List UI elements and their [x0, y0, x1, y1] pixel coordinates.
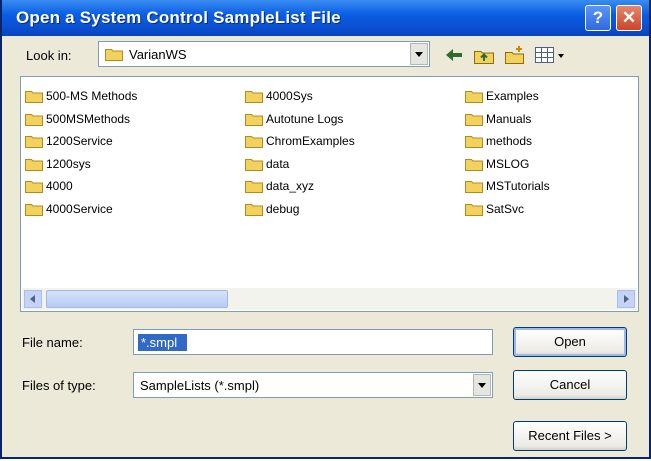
file-list[interactable]: 500-MS Methods 500MSMethods 1200Service 120…	[20, 76, 639, 312]
file-name-label: File name:	[22, 335, 83, 350]
horizontal-scrollbar[interactable]	[22, 288, 637, 310]
folder-icon	[245, 136, 263, 149]
scroll-thumb[interactable]	[46, 290, 228, 308]
look-in-value: VarianWS	[129, 47, 187, 62]
list-item-label: methods	[486, 134, 533, 149]
folder-icon	[105, 49, 123, 61]
folder-icon	[465, 91, 483, 104]
scroll-right-icon[interactable]	[617, 290, 635, 308]
recent-files-button[interactable]: Recent Files >	[513, 421, 627, 451]
folder-icon	[25, 91, 43, 104]
list-item-label: 4000	[46, 179, 73, 194]
list-item[interactable]: Manuals	[465, 108, 635, 131]
file-name-value: *.smpl	[138, 334, 188, 351]
list-item[interactable]: 4000Sys	[245, 85, 465, 108]
file-type-dropdown[interactable]: SampleLists (*.smpl)	[133, 372, 493, 398]
folder-icon	[25, 136, 43, 149]
folder-icon	[245, 91, 263, 104]
look-in-label: Look in:	[26, 48, 72, 63]
chevron-down-icon[interactable]	[410, 43, 428, 65]
new-folder-icon[interactable]	[504, 44, 526, 66]
list-item-label: Manuals	[486, 111, 532, 126]
folder-icon	[465, 136, 483, 149]
cancel-button[interactable]: Cancel	[513, 370, 627, 400]
list-item-label: 1200sys	[46, 156, 91, 171]
close-icon: ✕	[621, 8, 637, 27]
list-item-label: Autotune Logs	[266, 111, 344, 126]
list-item-label: data	[266, 156, 290, 171]
folder-icon	[245, 113, 263, 126]
list-item[interactable]: data_xyz	[245, 175, 465, 198]
list-item[interactable]: debug	[245, 198, 465, 221]
back-icon[interactable]	[443, 44, 465, 66]
list-item[interactable]: data	[245, 153, 465, 176]
title-bar[interactable]: Open a System Control SampleList File ? …	[2, 0, 649, 36]
folder-icon	[245, 203, 263, 216]
file-name-field[interactable]: *.smpl	[133, 329, 493, 355]
open-button[interactable]: Open	[513, 327, 627, 357]
list-item-label: SatSvc	[486, 201, 525, 216]
folder-icon	[25, 158, 43, 171]
folder-icon	[25, 113, 43, 126]
list-item[interactable]: 1200Service	[25, 130, 245, 153]
list-item-label: 500-MS Methods	[46, 89, 138, 104]
folder-icon	[465, 158, 483, 171]
list-item-label: 4000Service	[46, 201, 113, 216]
list-item[interactable]: 500MSMethods	[25, 108, 245, 131]
folder-icon	[245, 181, 263, 194]
list-item-label: debug	[266, 201, 300, 216]
list-item[interactable]: 500-MS Methods	[25, 85, 245, 108]
list-item[interactable]: MSLOG	[465, 153, 635, 176]
list-item[interactable]: 4000Service	[25, 198, 245, 221]
list-item-label: Examples	[486, 89, 539, 104]
list-item[interactable]: methods	[465, 130, 635, 153]
list-item-label: ChromExamples	[266, 134, 355, 149]
list-item[interactable]: ChromExamples	[245, 130, 465, 153]
folder-icon	[25, 181, 43, 194]
close-button[interactable]: ✕	[616, 5, 642, 31]
look-in-dropdown[interactable]: VarianWS	[98, 41, 430, 67]
list-item[interactable]: MSTutorials	[465, 175, 635, 198]
view-menu-icon[interactable]	[534, 44, 566, 66]
list-item-label: MSTutorials	[486, 179, 550, 194]
file-grid: 500-MS Methods 500MSMethods 1200Service 120…	[25, 85, 635, 220]
list-item-label: 4000Sys	[266, 89, 313, 104]
chevron-down-icon[interactable]	[473, 374, 491, 396]
dialog-title: Open a System Control SampleList File	[16, 8, 341, 27]
folder-icon	[465, 203, 483, 216]
list-item[interactable]: SatSvc	[465, 198, 635, 221]
folder-icon	[465, 181, 483, 194]
file-type-label: Files of type:	[22, 378, 96, 393]
list-item[interactable]: 4000	[25, 175, 245, 198]
list-item[interactable]: 1200sys	[25, 153, 245, 176]
folder-icon	[465, 113, 483, 126]
list-item-label: 1200Service	[46, 134, 113, 149]
open-file-dialog: Open a System Control SampleList File ? …	[0, 0, 651, 459]
file-type-value: SampleLists (*.smpl)	[140, 378, 260, 393]
list-item-label: data_xyz	[266, 179, 315, 194]
list-item-label: 500MSMethods	[46, 111, 131, 126]
folder-icon	[245, 158, 263, 171]
help-button[interactable]: ?	[585, 5, 611, 31]
scroll-left-icon[interactable]	[24, 290, 42, 308]
list-item-label: MSLOG	[486, 156, 530, 171]
up-folder-icon[interactable]	[473, 44, 495, 66]
help-icon: ?	[592, 8, 604, 27]
folder-icon	[25, 203, 43, 216]
list-item[interactable]: Examples	[465, 85, 635, 108]
list-item[interactable]: Autotune Logs	[245, 108, 465, 131]
